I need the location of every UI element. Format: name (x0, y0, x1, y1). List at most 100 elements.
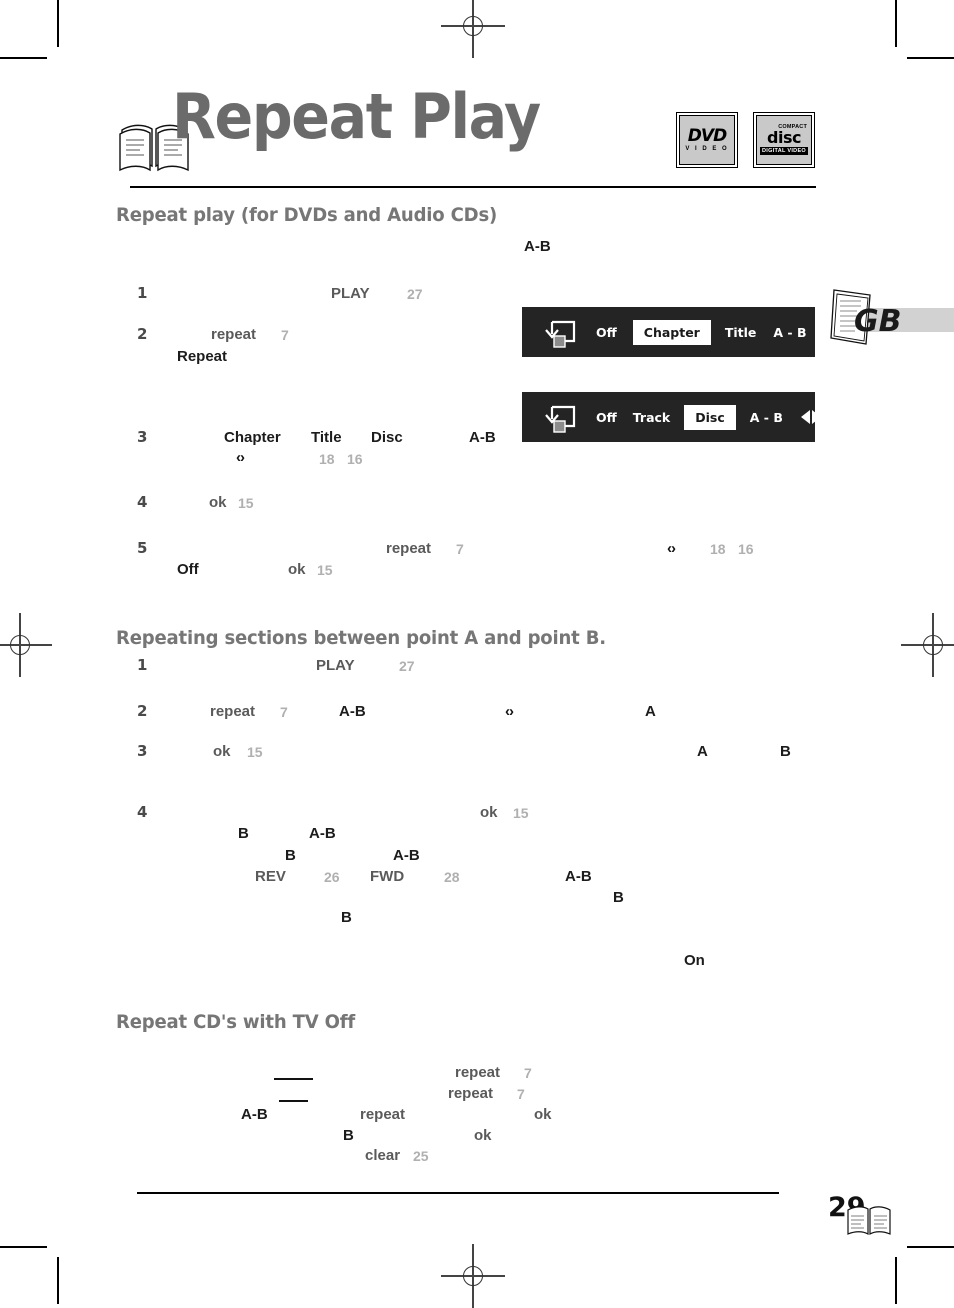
fragment-repeat-key: repeat (210, 703, 256, 720)
page-ref-28: 28 (444, 869, 460, 885)
osd-option-disc-selected[interactable]: Disc (684, 404, 736, 430)
crop-mark-bottom-left-v (57, 1257, 59, 1304)
fragment-ab: A-B (469, 429, 496, 446)
fragment-point-b: B (341, 909, 352, 926)
step-1-marker: 1 (137, 284, 148, 302)
fragment-ab: A-B (393, 847, 420, 864)
cd-logo-sub: DIGITAL VIDEO (759, 147, 809, 156)
language-tab-gb: GB (828, 286, 954, 354)
fragment-ok-key: ok (474, 1127, 492, 1144)
fragment-ab: A-B (339, 703, 366, 720)
fragment-ab: A-B (309, 825, 336, 842)
header-divider (130, 186, 816, 188)
fragment-nav-arrows: ‹› (667, 540, 676, 557)
osd-option-list: Off Track Disc A - B (596, 404, 821, 430)
page-ref-27: 27 (407, 286, 423, 302)
fragment-ok-key: ok (288, 561, 306, 578)
fragment-repeat-key: repeat (360, 1106, 406, 1123)
step-3-marker: 3 (137, 428, 148, 446)
registration-mark-left (0, 613, 52, 677)
crop-mark-bottom-right-h (907, 1246, 954, 1248)
osd-left-right-arrows[interactable] (800, 410, 821, 424)
section-heading-repeat-play: Repeat play (for DVDs and Audio CDs) (116, 204, 498, 226)
step-1-marker: 1 (137, 656, 148, 674)
osd-option-track[interactable]: Track (633, 410, 670, 425)
left-arrow-icon[interactable] (800, 410, 810, 424)
crop-mark-bottom-left-h (0, 1246, 47, 1248)
crop-mark-top-right-h (907, 57, 954, 59)
section-heading-ab-repeat: Repeating sections between point A and p… (116, 627, 606, 649)
registration-mark-right (901, 613, 954, 677)
fragment-chapter: Chapter (224, 429, 281, 446)
osd-option-a-b[interactable]: A - B (750, 410, 783, 425)
fragment-point-b: B (613, 889, 624, 906)
fragment-ab: A-B (241, 1106, 268, 1123)
osd-option-a-b[interactable]: A - B (773, 325, 806, 340)
fragment-point-a: A (697, 743, 708, 760)
reg-circle (463, 16, 483, 36)
page-ref-15: 15 (513, 805, 529, 821)
page-ref-16: 16 (347, 451, 363, 467)
page-title: Repeat Play (172, 86, 541, 148)
right-arrow-icon[interactable] (811, 410, 821, 424)
fragment-play-button-ref: PLAY (316, 657, 355, 674)
page-ref-25: 25 (413, 1148, 429, 1164)
step-4-marker: 4 (137, 493, 148, 511)
dvd-logo-word: DVD (687, 126, 727, 146)
fragment-ok-key: ok (534, 1106, 552, 1123)
page-ref-16: 16 (738, 541, 754, 557)
fragment-rev-key: REV (255, 868, 286, 885)
reg-circle (923, 635, 943, 655)
fragment-ok-key: ok (213, 743, 231, 760)
page-ref-7: 7 (524, 1065, 532, 1081)
fragment-point-a: A (645, 703, 656, 720)
dvd-logo-sub: V I D E O (685, 146, 729, 152)
osd-dvd-repeat-bar[interactable]: Off Chapter Title A - B (522, 307, 845, 357)
fragment-point-b: B (285, 847, 296, 864)
osd-option-list: Off Chapter Title A - B (596, 319, 845, 345)
crop-mark-bottom-right-v (895, 1257, 897, 1304)
blank-underline-2 (279, 1100, 308, 1102)
fragment-repeat-key: repeat (448, 1085, 494, 1102)
fragment-nav-arrows: ‹› (505, 703, 514, 720)
fragment-title: Title (311, 429, 342, 446)
cd-logo-word: disc (767, 128, 801, 148)
reg-circle (10, 635, 30, 655)
reg-circle (463, 1266, 483, 1286)
fragment-on: On (684, 952, 705, 969)
page-ref-7: 7 (280, 704, 288, 720)
step-4-marker: 4 (137, 803, 148, 821)
page-title-text: Repeat Play (172, 80, 541, 153)
fragment-repeat-key: repeat (211, 326, 257, 343)
footer-book-icon (845, 1200, 893, 1240)
language-tab-label: GB (854, 304, 902, 339)
page-ref-26: 26 (324, 869, 340, 885)
osd-option-off[interactable]: Off (596, 325, 617, 340)
osd-option-chapter-selected[interactable]: Chapter (632, 319, 711, 345)
crop-mark-top-right-v (895, 0, 897, 47)
osd-option-off[interactable]: Off (596, 410, 617, 425)
page-ref-18: 18 (710, 541, 726, 557)
osd-cd-repeat-bar[interactable]: Off Track Disc A - B (522, 392, 821, 442)
page-ref-7: 7 (456, 541, 464, 557)
fragment-ab: A-B (565, 868, 592, 885)
fragment-point-b: B (238, 825, 249, 842)
registration-mark-top (441, 0, 505, 58)
page-ref-15: 15 (247, 744, 263, 760)
page-ref-15: 15 (317, 562, 333, 578)
crop-mark-top-left-v (57, 0, 59, 47)
registration-mark-bottom (441, 1244, 505, 1308)
step-5-marker: 5 (137, 539, 148, 557)
fragment-point-b: B (780, 743, 791, 760)
repeat-loop-icon (538, 314, 582, 350)
step-2-marker: 2 (137, 702, 148, 720)
fragment-off: Off (177, 561, 199, 578)
section-heading-cd-tv-off: Repeat CD's with TV Off (116, 1011, 356, 1033)
footer-divider (137, 1192, 779, 1194)
fragment-repeat-key: repeat (386, 540, 432, 557)
dvd-video-logo: DVD V I D E O (676, 112, 738, 168)
manual-page: Repeat Play DVD V I D E O COMPACT disc D… (0, 0, 954, 1308)
compact-disc-logo: COMPACT disc DIGITAL VIDEO (753, 112, 815, 168)
crop-mark-top-left-h (0, 57, 47, 59)
osd-option-title[interactable]: Title (725, 325, 757, 340)
